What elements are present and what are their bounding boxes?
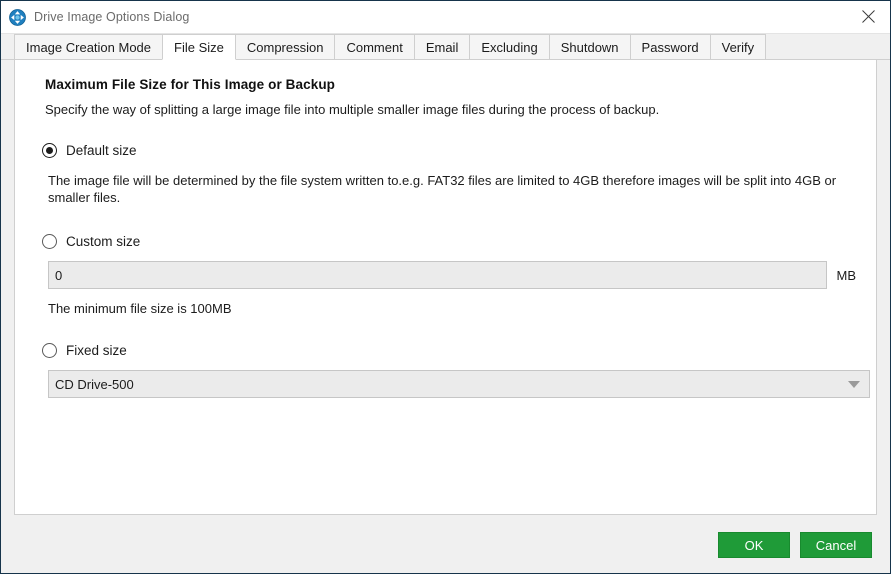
- option-custom-size[interactable]: Custom size: [42, 234, 856, 249]
- chevron-down-icon: [848, 381, 860, 388]
- option-default-size[interactable]: Default size: [42, 143, 856, 158]
- option-fixed-size[interactable]: Fixed size: [42, 343, 856, 358]
- tab-email[interactable]: Email: [413, 34, 471, 59]
- option-default-size-label: Default size: [66, 143, 137, 158]
- close-button[interactable]: [846, 1, 890, 32]
- custom-size-input[interactable]: [48, 261, 827, 289]
- drive-sync-icon: [9, 8, 26, 26]
- fixed-size-dropdown[interactable]: CD Drive-500: [48, 370, 870, 398]
- close-icon: [861, 10, 875, 23]
- tab-compression[interactable]: Compression: [234, 34, 336, 59]
- tab-panel-file-size: Maximum File Size for This Image or Back…: [14, 60, 877, 515]
- default-size-description: The image file will be determined by the…: [48, 173, 837, 205]
- dialog-footer: OK Cancel: [1, 517, 890, 573]
- page-title: Maximum File Size for This Image or Back…: [45, 77, 336, 92]
- tab-verify[interactable]: Verify: [709, 34, 767, 59]
- custom-size-unit-label: MB: [836, 267, 857, 283]
- custom-size-field-row: MB: [48, 261, 856, 289]
- cancel-button[interactable]: Cancel: [800, 532, 872, 558]
- option-fixed-size-label: Fixed size: [66, 343, 127, 358]
- page-subtitle: Specify the way of splitting a large ima…: [45, 102, 660, 117]
- dialog-window: Drive Image Options Dialog Image Creatio…: [0, 0, 891, 574]
- tab-comment[interactable]: Comment: [334, 34, 415, 59]
- window-title: Drive Image Options Dialog: [34, 10, 190, 24]
- content-wrapper: Maximum File Size for This Image or Back…: [1, 60, 890, 517]
- title-bar: Drive Image Options Dialog: [1, 1, 890, 34]
- tab-file-size[interactable]: File Size: [162, 34, 236, 60]
- option-custom-size-label: Custom size: [66, 234, 141, 249]
- custom-size-hint: The minimum file size is 100MB: [48, 301, 232, 316]
- tab-image-creation-mode[interactable]: Image Creation Mode: [14, 34, 164, 59]
- fixed-size-dropdown-value: CD Drive-500: [55, 376, 134, 392]
- radio-fixed-size[interactable]: [42, 343, 57, 358]
- tab-shutdown[interactable]: Shutdown: [548, 34, 631, 59]
- radio-default-size[interactable]: [42, 143, 57, 158]
- tab-excluding[interactable]: Excluding: [469, 34, 550, 59]
- tab-strip: Image Creation Mode File Size Compressio…: [1, 34, 890, 60]
- tab-password[interactable]: Password: [629, 34, 711, 59]
- ok-button[interactable]: OK: [718, 532, 790, 558]
- radio-custom-size[interactable]: [42, 234, 57, 249]
